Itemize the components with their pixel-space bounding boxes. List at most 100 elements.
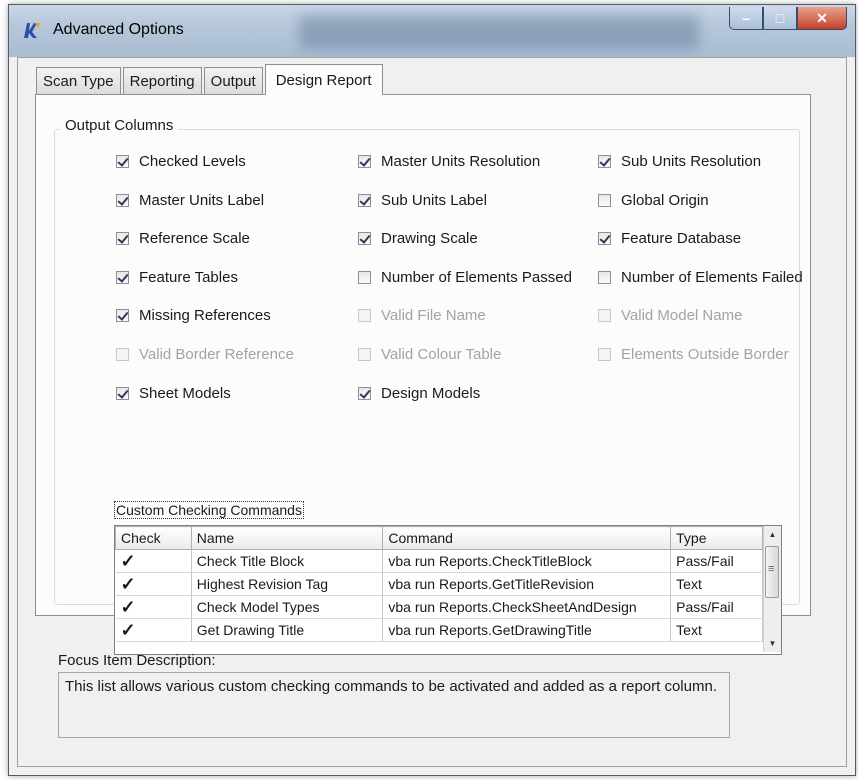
focus-description-box: This list allows various custom checking… (58, 672, 730, 738)
checkbox-valid-model-name: Valid Model Name (598, 307, 742, 324)
table-row[interactable]: ✓ Highest Revision Tag vba run Reports.G… (115, 572, 763, 596)
column-header-check[interactable]: Check (115, 526, 192, 550)
checkbox-box[interactable] (116, 232, 129, 246)
checkbox-missing-references[interactable]: Missing References (116, 307, 271, 324)
custom-commands-grid: Check Name Command Type ✓ Check Title Bl… (115, 526, 763, 642)
maximize-icon: □ (775, 10, 785, 26)
checkbox-checked-levels[interactable]: Checked Levels (116, 153, 246, 170)
checkbox-box[interactable] (358, 386, 371, 400)
checkbox-label: Feature Tables (139, 268, 238, 286)
column-header-name[interactable]: Name (190, 526, 384, 550)
close-button[interactable]: ✕ (797, 7, 847, 30)
tab-output[interactable]: Output (203, 67, 263, 94)
minimize-button[interactable]: – (729, 7, 763, 30)
table-header-row: Check Name Command Type (115, 526, 763, 550)
table-row[interactable]: ✓ Check Model Types vba run Reports.Chec… (115, 595, 763, 619)
custom-commands-table[interactable]: Check Name Command Type ✓ Check Title Bl… (114, 525, 782, 655)
row-name: Check Model Types (191, 595, 384, 619)
tab-design-report[interactable]: Design Report (264, 64, 383, 95)
checkbox-label: Reference Scale (139, 230, 250, 248)
checkbox-box[interactable] (116, 386, 129, 400)
checkbox-label: Sheet Models (139, 384, 231, 402)
title-bar-glass (299, 15, 699, 49)
checkbox-box[interactable] (358, 155, 371, 168)
checkbox-sub-units-resolution[interactable]: Sub Units Resolution (598, 153, 761, 170)
checkbox-label: Sub Units Label (381, 191, 487, 209)
table-scrollbar[interactable]: ▲ ▼ (763, 526, 781, 652)
checkbox-box[interactable] (116, 193, 129, 207)
column-header-type[interactable]: Type (670, 526, 763, 550)
dialog-body: Scan Type Reporting Output Design Report… (17, 57, 847, 767)
window-title: Advanced Options (53, 21, 184, 38)
checkbox-box[interactable] (116, 270, 129, 284)
checkbox-box[interactable] (598, 155, 611, 168)
maximize-button[interactable]: □ (763, 7, 797, 30)
checkbox-label: Elements Outside Border (621, 346, 789, 363)
checkbox-number-of-elements-passed[interactable]: Number of Elements Passed (358, 269, 572, 286)
checkbox-label: Drawing Scale (381, 230, 478, 248)
checkbox-design-models[interactable]: Design Models (358, 385, 480, 402)
scroll-up-arrow-icon[interactable]: ▲ (764, 526, 781, 543)
title-bar[interactable]: Advanced Options – □ ✕ (9, 5, 855, 57)
table-row[interactable]: ✓ Get Drawing Title vba run Reports.GetD… (115, 618, 763, 642)
row-type: Text (670, 618, 763, 642)
checkbox-label: Global Origin (621, 191, 709, 209)
row-check-mark[interactable]: ✓ (115, 618, 192, 642)
checkbox-label: Checked Levels (139, 153, 246, 170)
checkbox-sub-units-label[interactable]: Sub Units Label (358, 192, 487, 209)
design-report-panel: Output Columns Checked Levels Master Unit… (35, 94, 811, 655)
row-name: Get Drawing Title (191, 618, 384, 642)
checkbox-box[interactable] (358, 232, 371, 246)
custom-commands-label: Custom Checking Commands (114, 501, 304, 519)
checkbox-label: Number of Elements Failed (621, 268, 803, 286)
checkbox-label: Valid Colour Table (381, 346, 502, 363)
checkbox-label: Feature Database (621, 230, 742, 248)
checkbox-box[interactable] (116, 309, 129, 323)
checkbox-box[interactable] (358, 193, 371, 207)
checkbox-label: Master Units Resolution (381, 153, 541, 170)
checkbox-reference-scale[interactable]: Reference Scale (116, 230, 250, 247)
row-name: Highest Revision Tag (191, 572, 384, 596)
checkbox-label: Missing References (139, 307, 271, 325)
checkbox-valid-colour-table: Valid Colour Table (358, 346, 501, 363)
row-command: vba run Reports.CheckSheetAndDesign (382, 595, 672, 619)
checkbox-label: Sub Units Resolution (621, 153, 762, 170)
row-type: Pass/Fail (670, 595, 763, 619)
checkbox-drawing-scale[interactable]: Drawing Scale (358, 230, 478, 247)
checkbox-label: Valid Border Reference (139, 346, 294, 363)
column-header-command[interactable]: Command (382, 526, 672, 550)
row-type: Pass/Fail (670, 549, 763, 573)
row-check-mark[interactable]: ✓ (115, 595, 192, 619)
checkbox-global-origin[interactable]: Global Origin (598, 192, 709, 209)
checkbox-box (116, 348, 129, 361)
close-icon: ✕ (816, 9, 828, 26)
checkbox-valid-file-name: Valid File Name (358, 307, 486, 324)
checkbox-box[interactable] (358, 270, 371, 284)
scroll-thumb[interactable] (765, 546, 779, 598)
tab-scan-type[interactable]: Scan Type (36, 67, 121, 94)
output-columns-label: Output Columns (60, 117, 179, 134)
tab-reporting[interactable]: Reporting (122, 67, 202, 94)
checkbox-feature-database[interactable]: Feature Database (598, 230, 741, 247)
row-check-mark[interactable]: ✓ (115, 572, 192, 596)
checkbox-box[interactable] (116, 155, 129, 168)
checkbox-master-units-resolution[interactable]: Master Units Resolution (358, 153, 540, 170)
checkbox-number-of-elements-failed[interactable]: Number of Elements Failed (598, 269, 803, 286)
checkbox-box[interactable] (598, 270, 611, 284)
advanced-options-window: Advanced Options – □ ✕ Scan Type Reporti… (8, 4, 856, 776)
app-icon (24, 23, 40, 38)
checkbox-feature-tables[interactable]: Feature Tables (116, 269, 238, 286)
table-row[interactable]: ✓ Check Title Block vba run Reports.Chec… (115, 549, 763, 573)
row-name: Check Title Block (191, 549, 384, 573)
row-check-mark[interactable]: ✓ (115, 549, 192, 573)
checkbox-box (598, 348, 611, 361)
focus-description-label: Focus Item Description: (58, 652, 216, 669)
row-command: vba run Reports.CheckTitleBlock (382, 549, 672, 573)
checkbox-box[interactable] (598, 232, 611, 246)
checkbox-valid-border-reference: Valid Border Reference (116, 346, 294, 363)
checkbox-box (358, 348, 371, 361)
checkbox-master-units-label[interactable]: Master Units Label (116, 192, 264, 209)
checkbox-box[interactable] (598, 193, 611, 207)
scroll-down-arrow-icon[interactable]: ▼ (764, 635, 781, 652)
checkbox-sheet-models[interactable]: Sheet Models (116, 385, 231, 402)
